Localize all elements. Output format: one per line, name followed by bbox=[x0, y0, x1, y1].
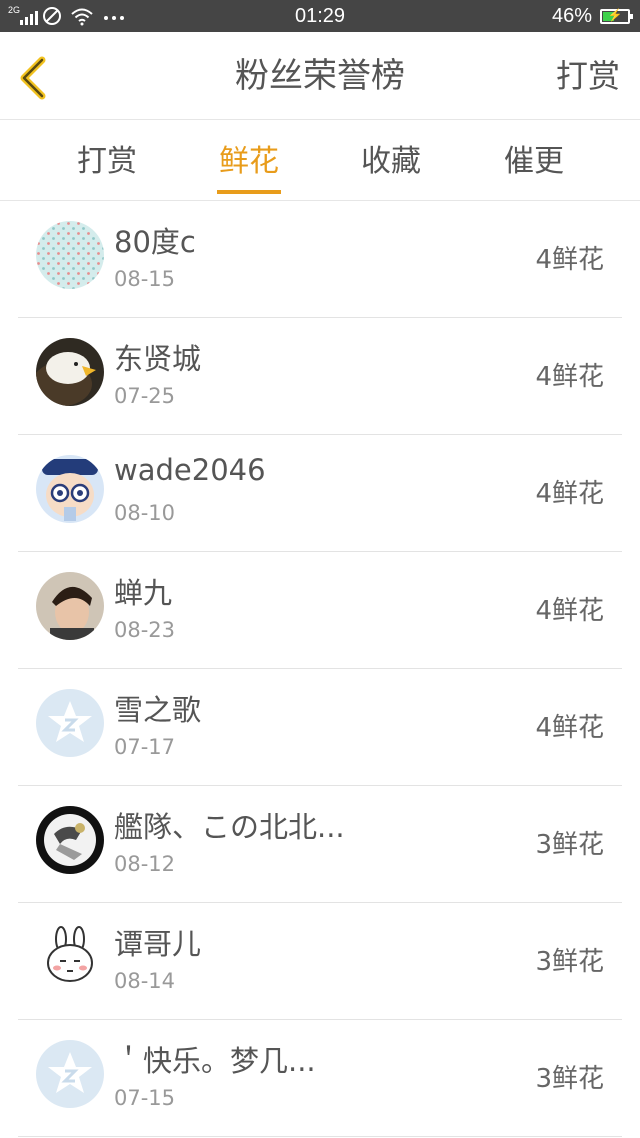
list-item[interactable]: 80度c 08-15 4鲜花 bbox=[18, 201, 622, 318]
user-name: 80度c bbox=[114, 225, 196, 259]
tab-flowers[interactable]: 鲜花 bbox=[217, 120, 281, 200]
user-name: 雪之歌 bbox=[114, 693, 202, 727]
tab-urge-update[interactable]: 催更 bbox=[502, 120, 566, 200]
date: 07-25 bbox=[114, 384, 176, 408]
default-star-avatar[interactable] bbox=[36, 689, 104, 757]
flower-count: 3鲜花 bbox=[535, 947, 604, 977]
status-right: 46% ⚡ bbox=[551, 0, 633, 32]
tab-label: 收藏 bbox=[361, 144, 421, 179]
cartoon-detective-avatar[interactable] bbox=[36, 455, 104, 523]
list-item[interactable]: 谭哥儿 08-14 3鲜花 bbox=[18, 903, 622, 1020]
tab-bar: 打赏 鲜花 收藏 催更 bbox=[0, 120, 640, 201]
list-item[interactable]: 艦隊、この北北... 08-12 3鲜花 bbox=[18, 786, 622, 903]
page-title: 粉丝荣誉榜 bbox=[235, 56, 405, 96]
app-header: 粉丝荣誉榜 打赏 bbox=[0, 32, 640, 120]
user-name: 东贤城 bbox=[114, 342, 202, 376]
user-name: ＇快乐。梦几... bbox=[114, 1044, 316, 1078]
date: 08-12 bbox=[114, 852, 176, 876]
fan-ranking-list: 80度c 08-15 4鲜花 东贤城 07-25 4鲜花 wade2046 08… bbox=[0, 201, 640, 1137]
list-item[interactable]: ＇快乐。梦几... 07-15 3鲜花 bbox=[18, 1020, 622, 1137]
user-name: wade2046 bbox=[114, 453, 266, 487]
list-item[interactable]: wade2046 08-10 4鲜花 bbox=[18, 435, 622, 552]
list-item[interactable]: 雪之歌 07-17 4鲜花 bbox=[18, 669, 622, 786]
date: 07-17 bbox=[114, 735, 176, 759]
user-name: 蝉九 bbox=[114, 576, 173, 610]
person-photo-avatar[interactable] bbox=[36, 572, 104, 640]
date: 08-23 bbox=[114, 618, 176, 642]
active-tab-indicator bbox=[217, 190, 281, 194]
user-name: 谭哥儿 bbox=[114, 927, 202, 961]
flower-count: 3鲜花 bbox=[535, 1064, 604, 1094]
tab-label: 鲜花 bbox=[219, 144, 279, 179]
list-item[interactable]: 蝉九 08-23 4鲜花 bbox=[18, 552, 622, 669]
flower-count: 4鲜花 bbox=[535, 362, 604, 392]
date: 07-15 bbox=[114, 1086, 176, 1110]
tab-reward[interactable]: 打赏 bbox=[76, 120, 138, 200]
flower-count: 4鲜花 bbox=[535, 713, 604, 743]
pattern-avatar[interactable] bbox=[36, 221, 104, 289]
list-item[interactable]: 东贤城 07-25 4鲜花 bbox=[18, 318, 622, 435]
battery-charging-icon: ⚡ bbox=[600, 8, 633, 24]
tab-favorites[interactable]: 收藏 bbox=[359, 120, 423, 200]
status-bar: 2G 01:29 46% ⚡ bbox=[0, 0, 640, 32]
tab-label: 打赏 bbox=[77, 144, 137, 179]
rabbit-sticker-avatar[interactable] bbox=[36, 923, 104, 991]
flower-count: 3鲜花 bbox=[535, 830, 604, 860]
user-name: 艦隊、この北北... bbox=[114, 810, 345, 844]
date: 08-10 bbox=[114, 501, 176, 525]
flower-count: 4鲜花 bbox=[535, 245, 604, 275]
eagle-avatar[interactable] bbox=[36, 338, 104, 406]
battery-percent: 46% bbox=[551, 4, 592, 27]
reward-button[interactable]: 打赏 bbox=[556, 32, 620, 120]
default-star-avatar[interactable] bbox=[36, 1040, 104, 1108]
anime-figure-avatar[interactable] bbox=[36, 806, 104, 874]
date: 08-15 bbox=[114, 267, 176, 291]
flower-count: 4鲜花 bbox=[535, 479, 604, 509]
tab-label: 催更 bbox=[504, 144, 564, 179]
date: 08-14 bbox=[114, 969, 176, 993]
clock: 01:29 bbox=[294, 5, 346, 27]
flower-count: 4鲜花 bbox=[535, 596, 604, 626]
